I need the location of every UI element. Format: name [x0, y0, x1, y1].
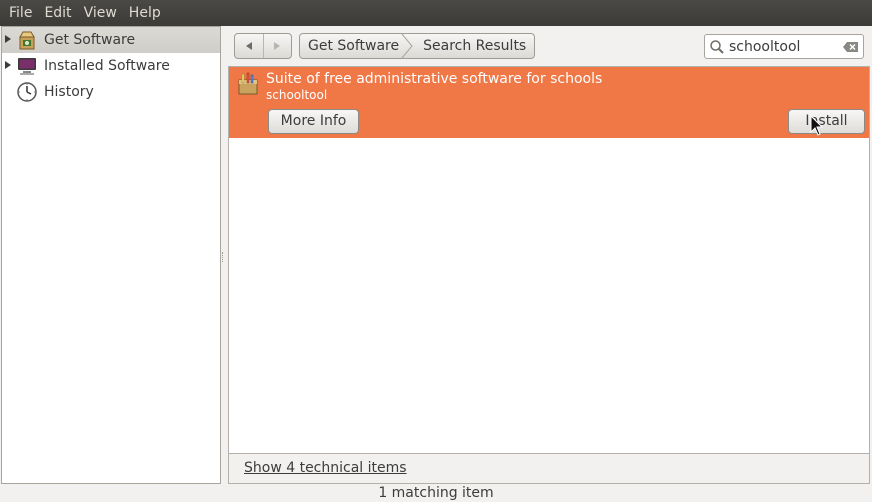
package-icon [238, 72, 258, 95]
list-item[interactable]: Suite of free administrative software fo… [229, 67, 869, 138]
clock-icon [17, 82, 37, 102]
install-button[interactable]: Install [788, 109, 865, 134]
menu-help[interactable]: Help [123, 0, 167, 26]
more-info-button[interactable]: More Info [268, 109, 359, 134]
sidebar: Get Software Installed Software History [1, 26, 221, 484]
show-technical-items-link[interactable]: Show 4 technical items [244, 460, 407, 476]
sidebar-item-label: History [44, 84, 94, 100]
forward-button[interactable] [262, 34, 291, 58]
search-input[interactable] [729, 38, 841, 55]
breadcrumb: Get Software Search Results [299, 33, 536, 59]
breadcrumb-get-software[interactable]: Get Software [300, 34, 413, 58]
computer-icon [18, 58, 36, 75]
breadcrumb-label: Get Software [308, 38, 400, 54]
expander-arrow-icon[interactable] [5, 61, 11, 69]
sidebar-item-label: Installed Software [44, 58, 170, 74]
menu-edit[interactable]: Edit [38, 0, 77, 26]
app-package-name: schooltool [266, 88, 328, 102]
breadcrumb-label: Search Results [423, 38, 527, 54]
menu-view[interactable]: View [78, 0, 123, 26]
expander-arrow-icon[interactable] [5, 35, 11, 43]
status-text: 1 matching item [378, 485, 494, 501]
software-center-icon [19, 31, 35, 50]
sidebar-item-label: Get Software [44, 32, 136, 48]
results-list[interactable]: Suite of free administrative software fo… [228, 66, 870, 454]
arrow-right-icon [274, 42, 281, 50]
back-button[interactable] [235, 34, 263, 58]
breadcrumb-search-results[interactable]: Search Results [411, 34, 534, 58]
sidebar-item-history[interactable]: History [2, 79, 220, 105]
app-summary: Suite of free administrative software fo… [266, 71, 603, 87]
arrow-left-icon [245, 42, 252, 50]
search-box [704, 34, 864, 59]
sidebar-item-installed-software[interactable]: Installed Software [2, 53, 220, 79]
clear-search-icon[interactable] [843, 41, 859, 53]
sidebar-item-get-software[interactable]: Get Software [2, 27, 220, 53]
toolbar: Get Software Search Results [228, 28, 870, 66]
navigation-buttons [234, 33, 292, 59]
search-icon [710, 39, 724, 54]
menubar: File Edit View Help [0, 0, 872, 26]
menu-file[interactable]: File [3, 0, 38, 26]
mouse-cursor-icon [810, 115, 824, 136]
technical-items-bar: Show 4 technical items [228, 454, 870, 484]
pane-resize-handle[interactable] [222, 252, 225, 262]
